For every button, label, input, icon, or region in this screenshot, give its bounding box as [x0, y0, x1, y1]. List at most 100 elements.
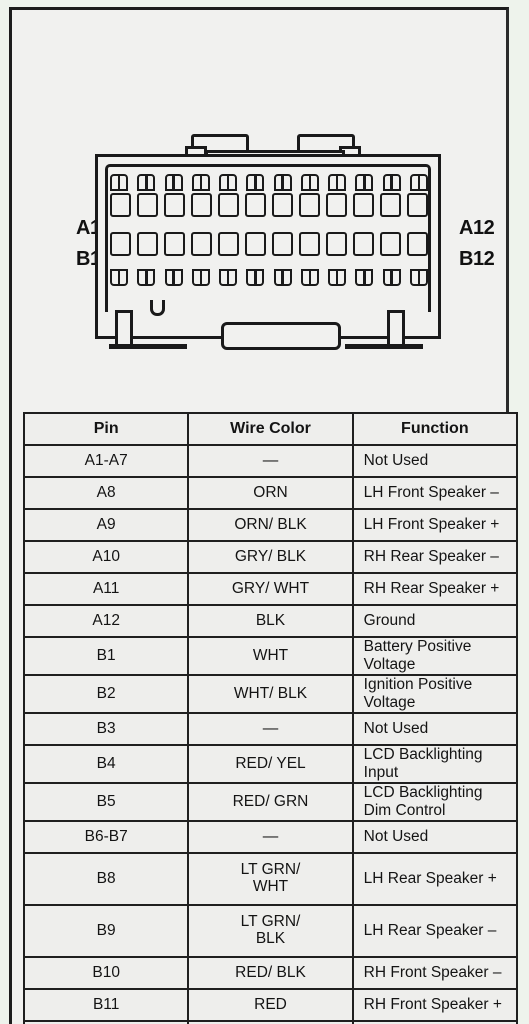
cell-wire-color: ORN — [187, 476, 354, 510]
cell-wire-color: — — [187, 444, 354, 478]
keyway-slot — [221, 322, 341, 350]
table-row: B10 RED/ BLK RH Front Speaker – — [22, 956, 519, 990]
pin-cavity-a4 — [191, 193, 212, 217]
table-row: A12 BLK Ground — [22, 604, 519, 638]
pin-tab-top-10 — [355, 174, 374, 191]
pin-tab-bottom-10 — [355, 269, 374, 286]
cell-pin: A9 — [22, 508, 190, 542]
pin-cavity-grid — [110, 174, 428, 300]
wire-color-line: WHT/ BLK — [233, 684, 308, 702]
cell-pin: A10 — [22, 540, 190, 574]
pin-cavity-a8 — [299, 193, 320, 217]
pin-row-tabs-top — [110, 174, 428, 191]
wire-color-line: RED/ GRN — [232, 792, 309, 810]
cell-wire-color: — — [187, 712, 354, 746]
table-row: A10 GRY/ BLK RH Rear Speaker – — [22, 540, 519, 574]
cell-function: RH Front Speaker – — [351, 956, 519, 990]
shell-leg-left — [115, 310, 133, 348]
table-row: B3 — Not Used — [22, 712, 519, 746]
cell-pin: B10 — [22, 956, 190, 990]
pin-cavity-b11 — [380, 232, 401, 256]
pin-cavity-b1 — [110, 232, 131, 256]
pinout-document-page: A1 B1 A12 B12 Pin Wire Color Function A1… — [0, 0, 529, 1024]
pin-tab-top-4 — [191, 174, 210, 191]
pin-cavity-b7 — [272, 232, 293, 256]
pin-tab-bottom-5 — [219, 269, 238, 286]
cell-function: LH Rear Speaker – — [351, 904, 519, 958]
wire-color-line: RED/ BLK — [235, 963, 306, 981]
wire-color-line: LT GRN/ — [240, 913, 301, 931]
table-body: A1-A7 — Not Used A8 ORN LH Front Speaker – A9 O… — [22, 444, 519, 1024]
cell-wire-color: RED — [187, 988, 354, 1022]
cell-function: LH Front Speaker – — [351, 476, 519, 510]
cell-pin: B6-B7 — [22, 820, 190, 854]
pin-row-b — [110, 232, 428, 256]
connector-illustration — [87, 132, 457, 350]
pin-cavity-b9 — [326, 232, 347, 256]
cell-function: Ignition Positive Voltage — [351, 674, 519, 714]
pin-tab-bottom-12 — [409, 269, 428, 286]
table-header-row: Pin Wire Color Function — [22, 412, 519, 446]
pin-cavity-a9 — [326, 193, 347, 217]
pin-cavity-b5 — [218, 232, 239, 256]
pin-cavity-a6 — [245, 193, 266, 217]
table-row: B9 LT GRN/BLK LH Rear Speaker – — [22, 904, 519, 958]
wire-color-line: ORN — [253, 483, 288, 501]
cell-function: Not Used — [351, 820, 519, 854]
pin-tab-top-5 — [219, 174, 238, 191]
pin-tab-bottom-2 — [137, 269, 156, 286]
cell-pin: A12 — [22, 604, 190, 638]
pin-tab-bottom-11 — [382, 269, 401, 286]
cell-function: Not Used — [351, 444, 519, 478]
pin-label-b12: B12 — [459, 248, 495, 270]
cell-function: LCD Backlighting Input — [351, 744, 519, 784]
pin-cavity-b6 — [245, 232, 266, 256]
pin-cavity-b8 — [299, 232, 320, 256]
pin-tab-bottom-4 — [191, 269, 210, 286]
pin-tab-bottom-9 — [328, 269, 347, 286]
cell-function: LCD Backlighting Dim Control — [351, 782, 519, 822]
table-row: B1 WHT Battery Positive Voltage — [22, 636, 519, 676]
cell-wire-color: LT GRN/WHT — [187, 852, 354, 906]
pin-cavity-b10 — [353, 232, 374, 256]
pin-tab-top-9 — [328, 174, 347, 191]
cell-function: RH Front Speaker + — [351, 988, 519, 1022]
cell-function: LH Rear Speaker + — [351, 852, 519, 906]
cell-function: RH Rear Speaker – — [351, 540, 519, 574]
pin-tab-top-8 — [300, 174, 319, 191]
pin-tab-top-7 — [273, 174, 292, 191]
wire-color-line: WHT — [252, 646, 289, 664]
cell-wire-color: GRY/ BLK — [187, 540, 354, 574]
alignment-nub — [150, 300, 165, 316]
cell-wire-color: WHT — [187, 636, 354, 676]
pin-cavity-a12 — [407, 193, 428, 217]
wire-color-line: GRY/ WHT — [231, 579, 310, 597]
cell-function: Not Used — [351, 712, 519, 746]
pin-assignment-table: Pin Wire Color Function A1-A7— Not Used A8… — [22, 412, 519, 1024]
cell-function: LH Front Speaker + — [351, 508, 519, 542]
cell-pin: B1 — [22, 636, 190, 676]
wire-color-line: BLK — [255, 930, 286, 947]
pin-cavity-a1 — [110, 193, 131, 217]
table-row: B5 RED/ GRN LCD Backlighting Dim Control — [22, 782, 519, 822]
cell-pin: B3 — [22, 712, 190, 746]
wire-color-line: GRY/ BLK — [234, 547, 307, 565]
table-row: B11 RED RH Front Speaker + — [22, 988, 519, 1022]
wire-color-line: — — [262, 719, 279, 737]
cell-pin: B2 — [22, 674, 190, 714]
cell-wire-color: RED/ GRN — [187, 782, 354, 822]
pin-tab-top-1 — [110, 174, 128, 191]
pin-cavity-b4 — [191, 232, 212, 256]
wire-color-line: RED — [254, 995, 287, 1013]
pin-tab-top-6 — [246, 174, 265, 191]
pin-tab-bottom-8 — [300, 269, 319, 286]
table-row: B8 LT GRN/WHT LH Rear Speaker + — [22, 852, 519, 906]
cell-function: Battery Positive Voltage — [351, 636, 519, 676]
table-row: A1-A7 — Not Used — [22, 444, 519, 478]
cell-wire-color: WHT/ BLK — [187, 674, 354, 714]
shell-leg-right — [387, 310, 405, 348]
table-row: A9 ORN/ BLK LH Front Speaker + — [22, 508, 519, 542]
cell-pin: A11 — [22, 572, 190, 606]
wire-color-line: — — [262, 827, 279, 845]
pin-tab-bottom-7 — [273, 269, 292, 286]
